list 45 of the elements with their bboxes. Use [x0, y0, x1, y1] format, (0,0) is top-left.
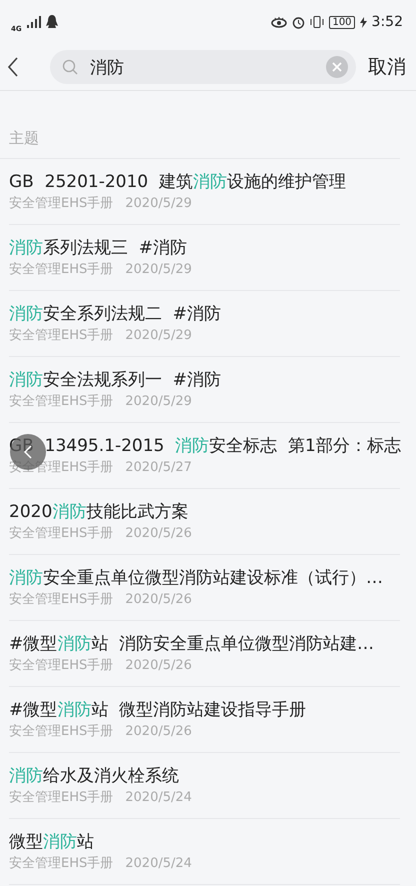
battery-icon: 100 — [329, 16, 355, 28]
result-title[interactable]: #微型消防站 微型消防站建设指导手册 — [9, 699, 400, 721]
result-title[interactable]: 2020消防技能比武方案 — [9, 501, 400, 523]
clock-time: 3:52 — [372, 14, 403, 30]
result-title[interactable]: 消防系列法规三 #消防 — [9, 237, 400, 259]
result-source: 安全管理EHS手册 — [9, 724, 114, 740]
result-date: 2020/5/29 — [125, 196, 192, 212]
result-date: 2020/5/29 — [125, 328, 192, 344]
result-source: 安全管理EHS手册 — [9, 856, 114, 872]
vibrate-icon — [310, 16, 324, 28]
section-title: 主题 — [9, 129, 39, 147]
alarm-icon — [292, 16, 306, 28]
search-field[interactable]: 消防 — [88, 56, 316, 78]
result-source: 安全管理EHS手册 — [9, 196, 114, 212]
penguin-icon — [46, 15, 58, 29]
result-date: 2020/5/29 — [125, 394, 192, 410]
result-title[interactable]: 消防安全系列法规二 #消防 — [9, 303, 400, 325]
cancel-button[interactable]: 取消 — [368, 54, 406, 80]
eye-icon — [271, 16, 288, 28]
result-source: 安全管理EHS手册 — [9, 328, 114, 344]
search-bar[interactable]: 消防 — [50, 50, 356, 84]
result-date: 2020/5/29 — [125, 262, 192, 278]
result-source: 安全管理EHS手册 — [9, 262, 114, 278]
back-icon[interactable] — [8, 57, 18, 77]
result-source: 安全管理EHS手册 — [9, 592, 114, 608]
signal-icon — [26, 16, 41, 28]
result-date: 2020/5/24 — [125, 856, 192, 872]
result-title[interactable]: GB 25201-2010 建筑消防设施的维护管理 — [9, 171, 400, 193]
result-source: 安全管理EHS手册 — [9, 526, 114, 542]
result-date: 2020/5/24 — [125, 790, 192, 806]
result-title[interactable]: 微型消防站 — [9, 831, 400, 853]
search-icon — [62, 59, 78, 75]
result-date: 2020/5/27 — [125, 460, 192, 476]
result-date: 2020/5/26 — [125, 724, 192, 740]
result-source: 安全管理EHS手册 — [9, 790, 114, 806]
result-date: 2020/5/26 — [125, 526, 192, 542]
result-title[interactable]: #微型消防站 消防安全重点单位微型消防站建… — [9, 633, 400, 655]
result-title[interactable]: 消防安全重点单位微型消防站建设标准（试行）… — [9, 567, 400, 589]
result-date: 2020/5/26 — [125, 658, 192, 674]
result-title[interactable]: 消防安全法规系列一 #消防 — [9, 369, 400, 391]
charging-icon — [360, 16, 367, 28]
result-source: 安全管理EHS手册 — [9, 658, 114, 674]
result-source: 安全管理EHS手册 — [9, 394, 114, 410]
result-date: 2020/5/26 — [125, 592, 192, 608]
result-title[interactable]: 消防给水及消火栓系统 — [9, 765, 400, 787]
